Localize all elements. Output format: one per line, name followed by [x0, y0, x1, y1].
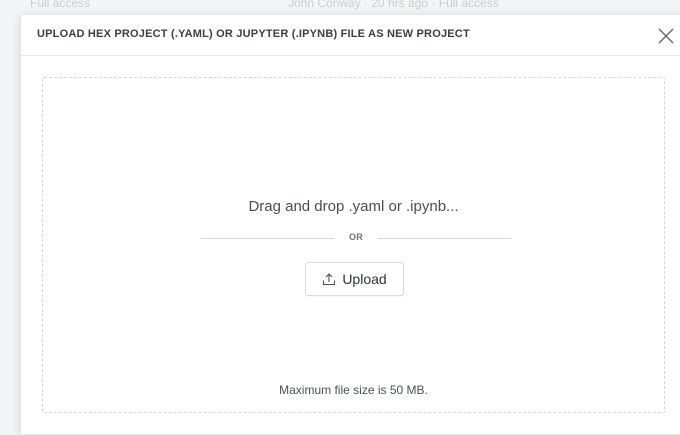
- background-row: Full access John Conway · 20 hrs ago · F…: [30, 0, 680, 14]
- file-dropzone[interactable]: Drag and drop .yaml or .ipynb... OR Uplo…: [42, 77, 665, 413]
- upload-modal: UPLOAD HEX PROJECT (.YAML) OR JUPYTER (.…: [20, 14, 680, 435]
- modal-header: UPLOAD HEX PROJECT (.YAML) OR JUPYTER (.…: [21, 15, 680, 56]
- or-divider: OR: [201, 231, 511, 245]
- upload-button[interactable]: Upload: [305, 262, 404, 296]
- upload-icon: [322, 272, 336, 286]
- divider-line-right: [378, 238, 511, 239]
- modal-title: UPLOAD HEX PROJECT (.YAML) OR JUPYTER (.…: [37, 28, 470, 40]
- dropzone-instruction: Drag and drop .yaml or .ipynb...: [248, 198, 459, 215]
- upload-button-label: Upload: [342, 271, 387, 287]
- close-icon: [658, 28, 674, 44]
- background-access-text: Full access: [30, 0, 91, 10]
- close-button[interactable]: [655, 25, 677, 47]
- background-meta-text: John Conway · 20 hrs ago · Full access: [288, 0, 499, 10]
- divider-or-text: OR: [348, 232, 364, 242]
- max-file-size-note: Maximum file size is 50 MB.: [279, 383, 428, 397]
